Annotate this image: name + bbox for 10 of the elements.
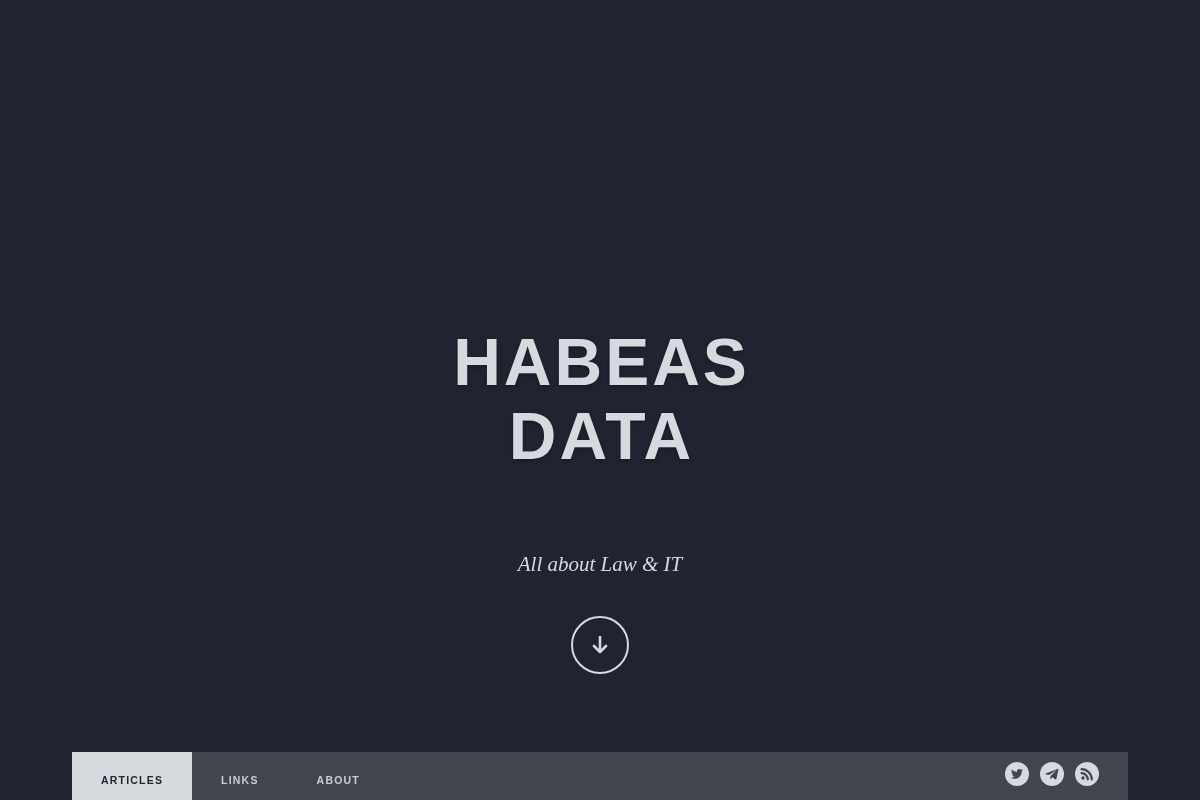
- nav-tab[interactable]: ABOUT: [287, 752, 389, 800]
- tagline: All about Law & IT: [517, 552, 683, 576]
- site-title: HABEAS DATA: [452, 325, 750, 473]
- nav-tab[interactable]: LINKS: [192, 752, 288, 800]
- arrow-down-icon: [592, 636, 608, 654]
- rss-icon[interactable]: [1075, 762, 1099, 786]
- bird-icon[interactable]: [1005, 762, 1029, 786]
- scroll-down-button[interactable]: [571, 616, 629, 674]
- nav-tab[interactable]: ARTICLES: [72, 752, 193, 800]
- paper-plane-icon[interactable]: [1040, 762, 1064, 786]
